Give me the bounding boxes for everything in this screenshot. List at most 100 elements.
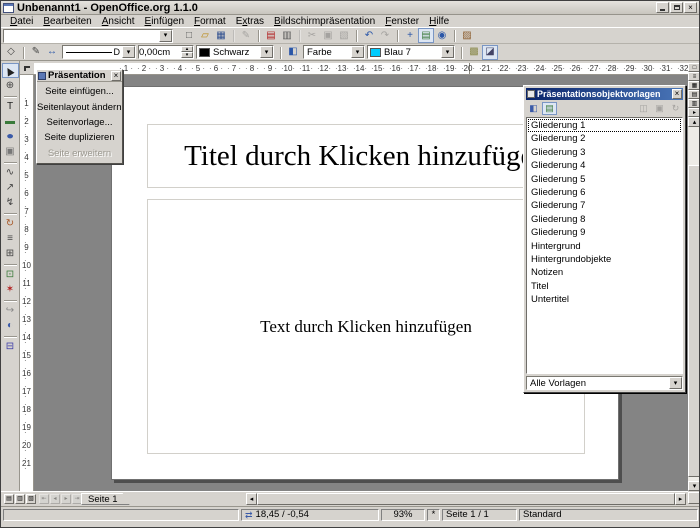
menu-item[interactable]: Datei (5, 16, 38, 27)
zoom-icon[interactable]: ⊕ (2, 78, 19, 93)
alignment-icon[interactable]: ≡ (2, 231, 19, 246)
menu-item[interactable]: Einfügen (140, 16, 189, 27)
menu-item[interactable]: Ansicht (97, 16, 140, 27)
effects-icon[interactable]: ✶ (2, 282, 19, 297)
palette-item[interactable]: Seite duplizieren (37, 130, 122, 145)
resize-corner[interactable] (688, 492, 700, 504)
graphics-styles-icon[interactable]: ◧ (526, 102, 541, 115)
arrange-icon[interactable]: ⊞ (2, 246, 19, 261)
scroll-right-button[interactable]: ▸ (675, 493, 686, 505)
stylist-close-button[interactable]: × (672, 89, 682, 99)
connector-icon[interactable]: ↯ (2, 195, 19, 210)
arrow-style-icon[interactable]: ↔ (44, 45, 60, 60)
presentation-palette-titlebar[interactable]: Präsentation × (37, 70, 122, 82)
style-list-item[interactable]: Gliederung 3 (528, 146, 681, 159)
open-icon[interactable]: ▱ (197, 28, 213, 43)
menu-item[interactable]: Bildschirmpräsentation (269, 16, 380, 27)
edit-file-icon[interactable]: ✎ (238, 28, 254, 43)
status-position-field[interactable]: ⇄ 18,45 / -0,54 (241, 509, 379, 521)
rotate-icon[interactable]: ↻ (2, 216, 19, 231)
style-list-item[interactable]: Gliederung 4 (528, 159, 681, 172)
paste-icon[interactable]: ▧ (336, 28, 352, 43)
style-list-item[interactable]: Gliederung 2 (528, 132, 681, 145)
gallery-icon[interactable]: ▨ (459, 28, 475, 43)
style-list-item[interactable]: Gliederung 7 (528, 199, 681, 212)
menu-item[interactable]: Extras (231, 16, 269, 27)
palette-item[interactable]: Seitenlayout ändern... (37, 99, 122, 114)
close-button[interactable]: × (684, 2, 697, 13)
style-list-item[interactable]: Gliederung 9 (528, 226, 681, 239)
slide-view-mode-icon[interactable]: ▤ (4, 494, 14, 504)
export-pdf-icon[interactable]: ▤ (263, 28, 279, 43)
new-document-icon[interactable]: □ (181, 28, 197, 43)
save-icon[interactable]: ▦ (213, 28, 229, 43)
3d-effects-icon[interactable]: ◐ (2, 318, 19, 333)
line-style-arrow[interactable]: ▾ (122, 46, 135, 58)
palette-item[interactable]: Seite einfügen... (37, 84, 122, 99)
line-width-input[interactable] (139, 46, 175, 58)
stylist-titlebar[interactable]: Präsentationsobjektvorlagen × (526, 88, 683, 100)
select-icon[interactable]: ▶ (2, 63, 19, 78)
line-color-arrow[interactable]: ▾ (260, 46, 273, 58)
first-page-icon[interactable]: ⇤ (39, 494, 49, 504)
body-placeholder[interactable]: Text durch Klicken hinzufügen (147, 199, 585, 454)
cut-icon[interactable]: ✂ (304, 28, 320, 43)
print-icon[interactable]: ▥ (279, 28, 295, 43)
master-view-mode-icon[interactable]: ▥ (15, 494, 25, 504)
menu-item[interactable]: Bearbeiten (38, 16, 96, 27)
3d-objects-icon[interactable]: ▣ (2, 144, 19, 159)
menu-item[interactable]: Fenster (380, 16, 424, 27)
palette-item[interactable]: Seite erweitern (37, 146, 122, 161)
horizontal-ruler[interactable]: 1234567891011121314151617181920212223242… (34, 63, 688, 75)
presentation-styles-icon[interactable]: ▤ (542, 102, 557, 115)
style-list-item[interactable]: Untertitel (528, 293, 681, 306)
insert-icon[interactable]: ⊡ (2, 267, 19, 282)
curve-icon[interactable]: ∿ (2, 165, 19, 180)
style-list-item[interactable]: Hintergrundobjekte (528, 253, 681, 266)
outline-view-icon[interactable]: ≡ (688, 72, 700, 81)
navigator-icon[interactable]: + (402, 28, 418, 43)
vertical-scroll-thumb[interactable] (688, 165, 700, 477)
fill-icon[interactable]: ◧ (285, 45, 301, 60)
status-zoom-field[interactable]: 93% (381, 509, 425, 521)
style-list-item[interactable]: Gliederung 1 (528, 119, 681, 132)
update-style-icon[interactable]: ↻ (668, 102, 683, 115)
scroll-left-button[interactable]: ◂ (246, 493, 257, 505)
style-list-item[interactable]: Notizen (528, 266, 681, 279)
tab-stop-selector[interactable] (20, 63, 34, 75)
line-width-down-button[interactable]: ▾ (181, 52, 193, 58)
status-template-field[interactable]: Standard (519, 509, 698, 521)
fill-format-mode-icon[interactable]: ◫ (636, 102, 651, 115)
url-input[interactable] (4, 30, 159, 42)
layer-view-mode-icon[interactable]: ▧ (26, 494, 36, 504)
presentation-box-icon[interactable]: ◪ (482, 45, 498, 60)
style-filter-arrow[interactable]: ▾ (669, 377, 682, 389)
shadow-icon[interactable]: ▩ (466, 45, 482, 60)
drawing-view-icon[interactable]: □ (688, 63, 700, 72)
interaction-icon[interactable]: ↪ (2, 303, 19, 318)
line-icon[interactable]: ✎ (28, 45, 44, 60)
style-list-item[interactable]: Gliederung 5 (528, 173, 681, 186)
url-combo-arrow[interactable]: ▾ (159, 30, 172, 42)
rectangle-icon[interactable]: ▬ (2, 114, 19, 129)
horizontal-scrollbar[interactable]: ◂ ▸ (246, 493, 686, 505)
notes-view-icon[interactable]: ▤ (688, 90, 700, 99)
title-bar[interactable]: Unbenannt1 - OpenOffice.org 1.1.0 × (1, 1, 699, 15)
undo-icon[interactable]: ↶ (361, 28, 377, 43)
redo-icon[interactable]: ↷ (377, 28, 393, 43)
stylist-icon[interactable]: ▤ (418, 28, 434, 43)
menu-item[interactable]: Format (189, 16, 231, 27)
copy-icon[interactable]: ▣ (320, 28, 336, 43)
horizontal-scroll-thumb[interactable] (257, 493, 675, 505)
scroll-up-button[interactable]: ▴ (688, 117, 700, 127)
fill-color-arrow[interactable]: ▾ (441, 46, 454, 58)
minimize-button[interactable] (656, 2, 669, 13)
restore-button[interactable] (670, 2, 683, 13)
handout-view-icon[interactable]: ▥ (688, 99, 700, 108)
hyperlink-icon[interactable]: ◉ (434, 28, 450, 43)
title-placeholder[interactable]: Titel durch Klicken hinzufügen (147, 124, 585, 188)
text-icon[interactable]: T (2, 99, 19, 114)
edit-points-icon[interactable]: ◇ (3, 45, 19, 60)
scroll-down-button[interactable]: ▾ (688, 481, 700, 491)
vertical-scrollbar[interactable]: ▴ ▾ (688, 117, 700, 491)
